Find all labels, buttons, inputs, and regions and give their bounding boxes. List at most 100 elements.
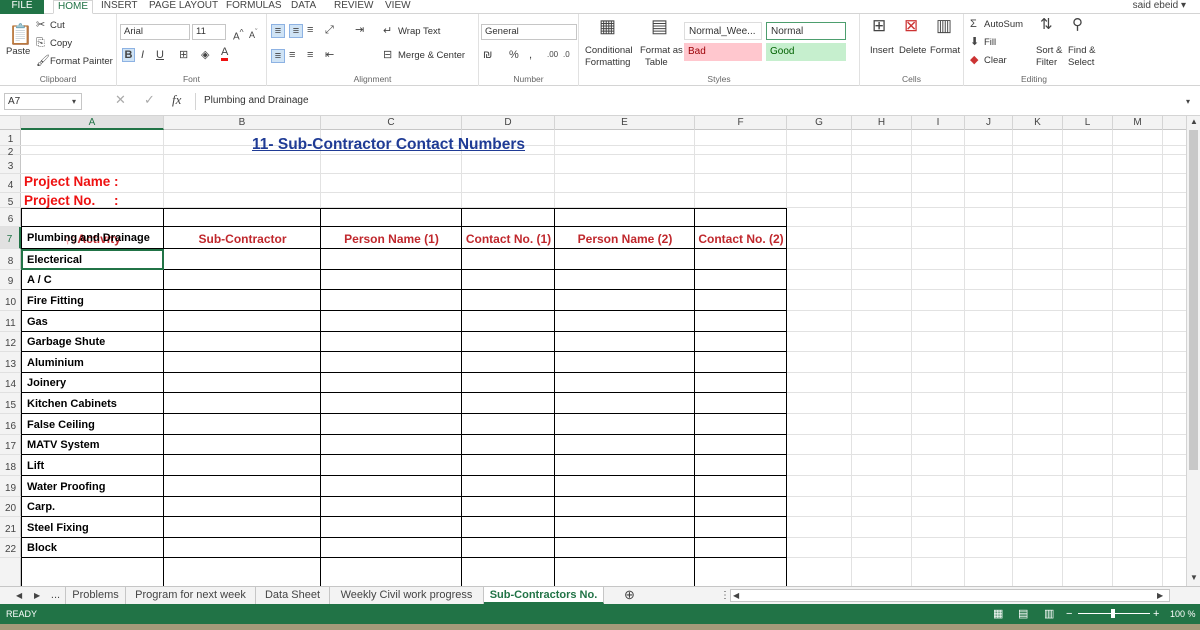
row-header-15[interactable]: 15 (0, 393, 21, 414)
row-header-2[interactable]: 2 (0, 146, 21, 158)
activity-cell[interactable]: A / C (27, 270, 52, 290)
add-sheet-icon[interactable]: ⊕ (624, 588, 635, 601)
font-color-icon[interactable]: A (221, 47, 229, 61)
tab-data[interactable]: DATA (291, 0, 316, 14)
row-header-11[interactable]: 11 (0, 311, 21, 332)
insert-function-icon[interactable]: fx (172, 93, 181, 106)
delete-button[interactable]: Delete (899, 45, 926, 56)
tab-split-icon[interactable]: ⋮ (720, 590, 730, 602)
activity-cell[interactable]: Fire Fitting (27, 290, 84, 311)
hscroll-right-icon[interactable]: ▶ (1157, 590, 1163, 602)
grow-font-icon[interactable]: A^ (233, 26, 244, 43)
clear-button[interactable]: Clear (984, 55, 1007, 66)
row-header-18[interactable]: 18 (0, 455, 21, 476)
tab-review[interactable]: REVIEW (334, 0, 373, 14)
activity-cell[interactable]: Plumbing and Drainage (27, 227, 150, 249)
sheet-tab-program[interactable]: Program for next week (126, 587, 256, 604)
column-header-i[interactable]: I (912, 116, 965, 130)
style-normal[interactable]: Normal (766, 22, 846, 40)
align-bottom-icon[interactable]: ≡ (307, 24, 313, 36)
zoom-out-icon[interactable]: − (1066, 608, 1072, 620)
zoom-slider-thumb[interactable] (1111, 609, 1115, 618)
indent-icon[interactable]: ⇥ (355, 24, 364, 36)
format-painter-icon[interactable]: 🖌 (36, 55, 50, 67)
tab-formulas[interactable]: FORMULAS (226, 0, 282, 14)
column-header-d[interactable]: D (462, 116, 555, 130)
style-normal-wee[interactable]: Normal_Wee... (684, 22, 762, 40)
format-button[interactable]: Format (930, 45, 960, 56)
scroll-tabs-right-icon[interactable]: ▶ (34, 590, 40, 602)
row-header-10[interactable]: 10 (0, 290, 21, 311)
conditional-formatting-button[interactable]: Conditional (585, 45, 633, 56)
tab-home[interactable]: HOME (53, 0, 93, 14)
column-header-m[interactable]: M (1113, 116, 1163, 130)
format-as-table-button[interactable]: Format as (640, 45, 683, 56)
row-header-22[interactable]: 22 (0, 538, 21, 558)
row-header-5[interactable]: 5 (0, 193, 21, 208)
row-header-7[interactable]: 7 (0, 227, 21, 249)
column-header-g[interactable]: G (787, 116, 852, 130)
number-format-select[interactable]: General (481, 24, 577, 40)
expand-formula-icon[interactable]: ▾ (1186, 96, 1190, 108)
orientation-icon[interactable]: ⤢ (325, 24, 334, 36)
column-header-e[interactable]: E (555, 116, 695, 130)
decrease-indent-icon[interactable]: ⇤ (325, 49, 334, 61)
row-header-21[interactable]: 21 (0, 517, 21, 538)
activity-cell[interactable]: Joinery (27, 373, 66, 393)
scroll-tabs-left-icon[interactable]: ◀ (16, 590, 22, 602)
activity-cell[interactable]: Block (27, 538, 57, 558)
align-middle-icon[interactable]: ≡ (289, 24, 303, 38)
row-header-4[interactable]: 4 (0, 174, 21, 193)
cut-icon[interactable]: ✂ (36, 19, 45, 31)
activity-cell[interactable]: Water Proofing (27, 476, 105, 497)
row-header-6[interactable]: 6 (0, 208, 21, 227)
activity-cell[interactable]: Steel Fixing (27, 517, 89, 538)
wrap-text-button[interactable]: Wrap Text (398, 26, 440, 37)
merge-center-button[interactable]: Merge & Center (398, 50, 465, 61)
font-size-select[interactable]: 11 (192, 24, 226, 40)
hscroll-left-icon[interactable]: ◀ (733, 590, 739, 602)
activity-cell[interactable]: Gas (27, 311, 48, 332)
fill-button[interactable]: Fill (984, 37, 996, 48)
fill-color-icon[interactable]: ◈ (201, 49, 209, 61)
column-header-h[interactable]: H (852, 116, 912, 130)
align-center-icon[interactable]: ≡ (289, 49, 295, 61)
cancel-icon[interactable]: ✕ (115, 93, 126, 106)
borders-icon[interactable]: ⊞ (179, 49, 188, 61)
scroll-up-icon[interactable]: ▲ (1190, 116, 1198, 128)
column-header-c[interactable]: C (321, 116, 462, 130)
row-header-3[interactable]: 3 (0, 155, 21, 174)
column-header-k[interactable]: K (1013, 116, 1063, 130)
column-header-b[interactable]: B (164, 116, 321, 130)
tab-page-layout[interactable]: PAGE LAYOUT (149, 0, 218, 14)
selected-cell[interactable] (21, 249, 164, 270)
row-header-16[interactable]: 16 (0, 414, 21, 435)
enter-icon[interactable]: ✓ (144, 93, 155, 106)
increase-decimal-icon[interactable]: .00 (547, 49, 558, 61)
paste-icon[interactable]: 📋 (8, 24, 33, 46)
scroll-thumb[interactable] (1189, 130, 1198, 470)
normal-view-icon[interactable]: ▦ (993, 608, 1003, 620)
percent-icon[interactable]: % (509, 49, 519, 61)
tab-view[interactable]: VIEW (385, 0, 411, 14)
comma-icon[interactable]: , (529, 49, 532, 61)
zoom-in-icon[interactable]: + (1153, 608, 1159, 620)
vertical-scrollbar[interactable]: ▲ ▼ (1186, 116, 1200, 586)
sheet-tab-sub-contractors[interactable]: Sub-Contractors No. (484, 587, 604, 604)
activity-cell[interactable]: Kitchen Cabinets (27, 393, 117, 414)
horizontal-scrollbar[interactable]: ◀ ▶ (730, 589, 1170, 602)
page-layout-view-icon[interactable]: ▤ (1018, 608, 1028, 620)
row-header-9[interactable]: 9 (0, 270, 21, 290)
sheet-tab-data-sheet[interactable]: Data Sheet (256, 587, 330, 604)
row-header-13[interactable]: 13 (0, 352, 21, 373)
shrink-font-icon[interactable]: Aˇ (249, 26, 258, 41)
underline-icon[interactable]: U (156, 49, 164, 61)
font-name-select[interactable]: Arial (120, 24, 190, 40)
zoom-level[interactable]: 100 % (1170, 604, 1196, 624)
decrease-decimal-icon[interactable]: .0 (563, 49, 570, 61)
align-top-icon[interactable]: ≡ (271, 24, 285, 38)
align-left-icon[interactable]: ≡ (271, 49, 285, 63)
chevron-down-icon[interactable]: ▾ (72, 96, 76, 108)
align-right-icon[interactable]: ≡ (307, 49, 313, 61)
activity-cell[interactable]: Lift (27, 455, 44, 476)
